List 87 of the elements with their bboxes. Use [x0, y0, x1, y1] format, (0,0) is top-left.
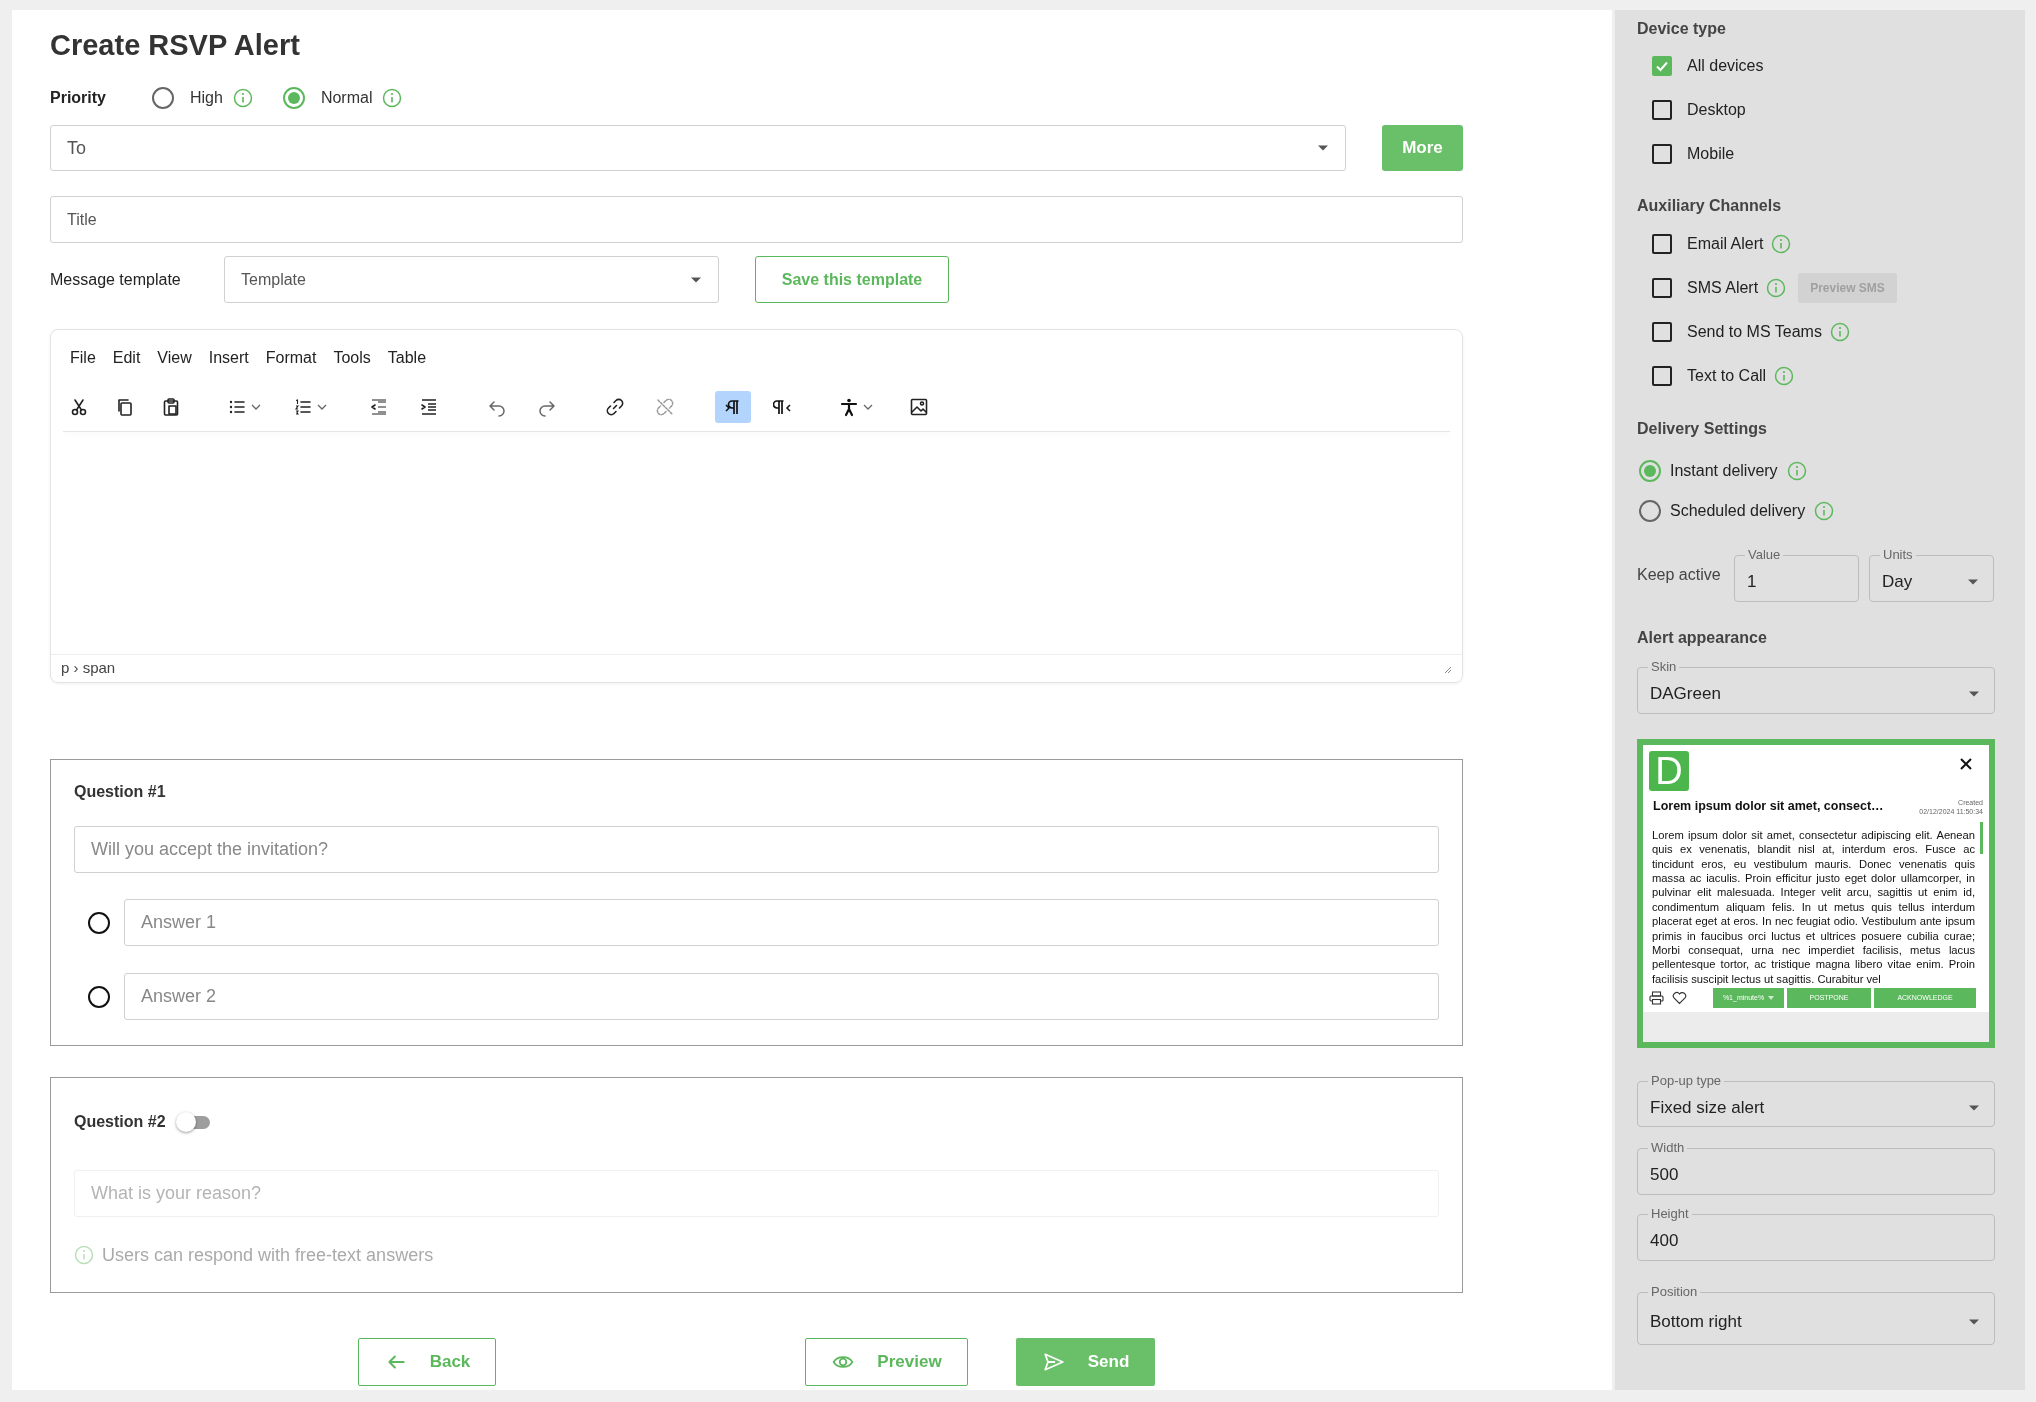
- checkbox[interactable]: [1652, 234, 1672, 254]
- menu-item[interactable]: Tools: [327, 346, 377, 370]
- close-icon[interactable]: [1959, 757, 1973, 771]
- page-title: Create RSVP Alert: [50, 28, 301, 63]
- radio-label: Normal: [320, 88, 373, 108]
- image-icon: [909, 397, 929, 417]
- section-heading: Alert appearance: [1637, 628, 1768, 648]
- priority-label: Priority: [50, 88, 107, 108]
- radio-button[interactable]: [282, 87, 305, 109]
- width-field[interactable]: Width 500: [1637, 1140, 1995, 1196]
- checkbox-label: Send to MS Teams: [1687, 322, 1822, 342]
- radio-label: High: [190, 88, 223, 108]
- checkbox[interactable]: [1652, 366, 1672, 386]
- answer-radio[interactable]: [88, 911, 110, 934]
- send-icon: [1041, 1351, 1066, 1373]
- checkbox-label: Text to Call: [1687, 366, 1767, 386]
- dropdown-caret-icon: [1967, 578, 1979, 586]
- menu-item[interactable]: Table: [381, 346, 433, 370]
- value-field[interactable]: Value 1: [1734, 547, 1859, 602]
- dropdown-caret-icon: [1317, 144, 1329, 152]
- outdent-icon: [369, 397, 389, 417]
- checkbox[interactable]: [1652, 144, 1672, 164]
- heart-icon[interactable]: [1672, 991, 1687, 1006]
- keep-active-label: Keep active: [1637, 564, 1722, 585]
- dropdown-caret-icon: [690, 275, 702, 284]
- question-title: Question #2: [74, 1112, 166, 1132]
- section-heading: Device type: [1637, 19, 1727, 39]
- units-dropdown[interactable]: Units Day: [1869, 547, 1994, 602]
- chevron-down-icon: [863, 404, 873, 410]
- answer-radio[interactable]: [88, 985, 110, 1008]
- template-dropdown[interactable]: Template: [224, 256, 719, 303]
- dropdown-caret-icon: [1968, 690, 1980, 698]
- template-label: Message template: [50, 269, 182, 290]
- question-field[interactable]: Will you accept the invitation?: [74, 826, 1439, 873]
- radio-label: Instant delivery: [1670, 461, 1778, 481]
- radio-button[interactable]: [1639, 460, 1661, 482]
- link-icon: [605, 397, 625, 417]
- answer-field[interactable]: Answer 1: [124, 899, 1439, 946]
- paragraph-right-arrow-button[interactable]: [715, 391, 751, 423]
- menu-item[interactable]: View: [151, 346, 198, 370]
- scrollbar-thumb: [1980, 821, 1983, 854]
- scissors-icon: [69, 397, 89, 417]
- menu-item[interactable]: Edit: [106, 346, 147, 370]
- checkbox[interactable]: [1652, 322, 1672, 342]
- section-heading: Auxiliary Channels: [1637, 196, 1783, 216]
- checkbox[interactable]: [1652, 278, 1672, 298]
- radio-button[interactable]: [152, 87, 174, 109]
- paragraph-left-arrow-icon: [773, 397, 793, 417]
- question-title: Question #1: [74, 782, 166, 802]
- checkbox[interactable]: [1652, 56, 1672, 76]
- chevron-down-icon: [317, 404, 327, 410]
- paste-icon: [161, 397, 181, 417]
- checkbox-label: All devices: [1687, 56, 1764, 76]
- logo: D: [1649, 751, 1689, 791]
- checkbox-label: Desktop: [1687, 100, 1746, 120]
- toggle-switch[interactable]: [175, 1112, 212, 1132]
- recipient-dropdown[interactable]: To: [50, 125, 1346, 171]
- menu-item[interactable]: Format: [259, 346, 323, 370]
- chevron-down-icon: [251, 404, 261, 410]
- alert-body-text: Lorem ipsum dolor sit amet, consectetur adipiscing elit. Aenean quis ex venenatis, blandit nisl at, interdum eros. Fusce ac tincidunt eros, eu vestibulum mauris. Donec venenatis quis massa ac iaculis. Proin efficitur justo eget dolor ullamcorper, in pulvinar elit malesuada. Integer velit arcu, sagittis ut enim id, condimentum aliquam felis. In ut metus quis tellus interdum placerat eget at eros. In nec feugiat odio. Vestibulum ante ipsum primis in faucibus orci luctus et ultrices posuere cubilia curae; Morbi consequat, urna nec imperdiet facilisis, metus lacus pellentesque tortor, ac tristique magna libero vitae enim. Proin facilisis suscipit lectus ut sagittis. Curabitur vel: [1651, 827, 1975, 987]
- indent-icon: [419, 397, 439, 417]
- printer-icon[interactable]: [1649, 991, 1664, 1006]
- alert-title: Lorem ipsum dolor sit amet, consect…: [1653, 798, 1884, 815]
- radio-button[interactable]: [1639, 500, 1661, 522]
- person-figure-icon: [839, 397, 859, 417]
- height-field[interactable]: Height 400: [1637, 1206, 1995, 1262]
- numbered-list-icon: [293, 397, 313, 417]
- title-field[interactable]: Title: [50, 196, 1463, 243]
- element-path: p › span: [61, 658, 116, 679]
- copy-icon: [115, 397, 135, 417]
- unlink-icon: [655, 397, 675, 417]
- section-heading: Delivery Settings: [1637, 419, 1768, 439]
- hint-text: Users can respond with free-text answers: [102, 1243, 434, 1267]
- checkbox-label: Mobile: [1687, 144, 1735, 164]
- checkbox-label: Email Alert: [1687, 234, 1764, 254]
- checkbox[interactable]: [1652, 100, 1672, 120]
- dropdown-caret-icon: [1968, 1318, 1980, 1327]
- skin-dropdown[interactable]: Skin DAGreen: [1637, 659, 1995, 714]
- answer-field[interactable]: Answer 2: [124, 973, 1439, 1020]
- position-dropdown[interactable]: Position Bottom right: [1637, 1284, 1995, 1346]
- menu-item[interactable]: File: [64, 346, 102, 370]
- menu-item[interactable]: Insert: [202, 346, 255, 370]
- dropdown-caret-icon: [1768, 996, 1775, 1001]
- checkbox-label: SMS Alert: [1687, 278, 1759, 298]
- radio-label: Scheduled delivery: [1670, 501, 1806, 521]
- popup-type-dropdown[interactable]: Pop-up type Fixed size alert: [1637, 1073, 1995, 1128]
- dropdown-caret-icon: [1968, 1103, 1980, 1112]
